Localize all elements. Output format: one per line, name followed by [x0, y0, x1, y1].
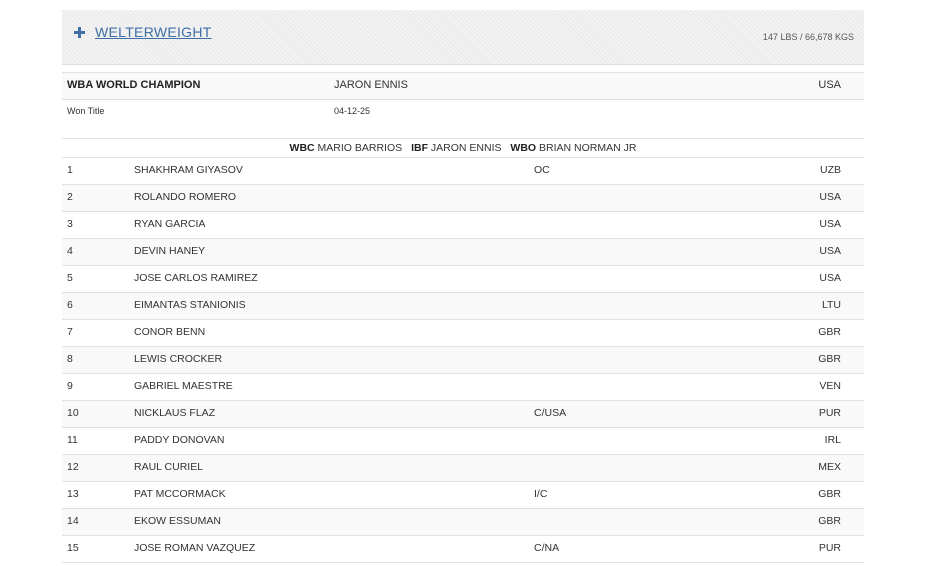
ranking-row[interactable]: 3 RYAN GARCIA USA: [62, 212, 864, 239]
ranking-status: I/C: [534, 488, 548, 500]
divider: [62, 124, 864, 139]
fighter-country: IRL: [824, 434, 841, 446]
fighter-country: PUR: [818, 542, 841, 554]
org-label: WBO: [510, 142, 537, 154]
ranking-number: 2: [67, 191, 73, 203]
division-panel: WELTERWEIGHT 147 LBS / 66,678 KGS WBA WO…: [62, 10, 864, 563]
division-title: WELTERWEIGHT: [95, 24, 212, 40]
ranking-number: 11: [67, 434, 78, 446]
ranking-row[interactable]: 10 NICKLAUS FLAZ C/USA PUR: [62, 401, 864, 428]
fighter-name: ROLANDO ROMERO: [134, 191, 237, 203]
ranking-status: OC: [534, 164, 550, 176]
ranking-number: 6: [67, 299, 73, 311]
fighter-country: GBR: [818, 353, 841, 365]
ranking-row[interactable]: 13 PAT MCCORMACK I/C GBR: [62, 482, 864, 509]
ranking-number: 1: [67, 164, 73, 176]
ranking-row[interactable]: 6 EIMANTAS STANIONIS LTU: [62, 293, 864, 320]
ranking-number: 5: [67, 272, 73, 284]
ranking-number: 4: [67, 245, 73, 257]
fighter-name: RYAN GARCIA: [134, 218, 206, 230]
fighter-country: PUR: [818, 407, 841, 419]
fighter-country: USA: [819, 191, 841, 203]
ranking-row[interactable]: 8 LEWIS CROCKER GBR: [62, 347, 864, 374]
fighter-name: JOSE ROMAN VAZQUEZ: [134, 542, 256, 554]
org-champion-name: MARIO BARRIOS: [317, 142, 403, 154]
fighter-name: LEWIS CROCKER: [134, 353, 223, 365]
ranking-number: 12: [67, 461, 79, 473]
fighter-country: USA: [819, 218, 841, 230]
champion-country: USA: [818, 79, 841, 91]
fighter-name: EKOW ESSUMAN: [134, 515, 221, 527]
fighter-name: SHAKHRAM GIYASOV: [134, 164, 243, 176]
fighter-name: PADDY DONOVAN: [134, 434, 225, 446]
ranking-number: 10: [67, 407, 79, 419]
org-champion-name: JARON ENNIS: [430, 142, 502, 154]
ranking-number: 8: [67, 353, 73, 365]
rankings-list: 1 SHAKHRAM GIYASOV OC UZB 2 ROLANDO ROMERO USA…: [62, 158, 864, 563]
other-champions-row: WBC MARIO BARRIOS IBF JARON ENNIS WBO BR…: [62, 139, 864, 158]
fighter-country: UZB: [820, 164, 841, 176]
ranking-number: 9: [67, 380, 73, 392]
ranking-number: 14: [67, 515, 79, 527]
org-champion-name: BRIAN NORMAN JR: [539, 142, 637, 154]
won-title-row: Won Title 04-12-25: [62, 100, 864, 124]
org-label: IBF: [411, 142, 428, 154]
fighter-country: USA: [819, 245, 841, 257]
fighter-name: EIMANTAS STANIONIS: [134, 299, 246, 311]
champion-name: JARON ENNIS: [334, 79, 408, 91]
ranking-row[interactable]: 9 GABRIEL MAESTRE VEN: [62, 374, 864, 401]
fighter-country: VEN: [819, 380, 841, 392]
champion-row: WBA WORLD CHAMPION JARON ENNIS USA: [62, 72, 864, 100]
fighter-name: DEVIN HANEY: [134, 245, 206, 257]
ranking-status: C/USA: [534, 407, 567, 419]
won-title-date: 04-12-25: [334, 106, 371, 116]
fighter-country: LTU: [821, 299, 841, 311]
won-title-label: Won Title: [67, 106, 105, 116]
ranking-number: 7: [67, 326, 73, 338]
fighter-name: PAT MCCORMACK: [134, 488, 226, 500]
ranking-row[interactable]: 15 JOSE ROMAN VAZQUEZ C/NA PUR: [62, 536, 864, 563]
ranking-row[interactable]: 7 CONOR BENN GBR: [62, 320, 864, 347]
fighter-name: NICKLAUS FLAZ: [134, 407, 216, 419]
fighter-name: CONOR BENN: [134, 326, 206, 338]
ranking-number: 13: [67, 488, 79, 500]
ranking-row[interactable]: 2 ROLANDO ROMERO USA: [62, 185, 864, 212]
ranking-row[interactable]: 1 SHAKHRAM GIYASOV OC UZB: [62, 158, 864, 185]
ranking-number: 3: [67, 218, 73, 230]
ranking-row[interactable]: 5 JOSE CARLOS RAMIREZ USA: [62, 266, 864, 293]
division-weight: 147 LBS / 66,678 KGS: [762, 32, 854, 42]
fighter-country: USA: [819, 272, 841, 284]
fighter-country: GBR: [818, 515, 841, 527]
division-toggle-link[interactable]: WELTERWEIGHT: [74, 24, 212, 40]
fighter-name: GABRIEL MAESTRE: [134, 380, 233, 392]
ranking-status: C/NA: [534, 542, 560, 554]
fighter-name: JOSE CARLOS RAMIREZ: [134, 272, 258, 284]
ranking-number: 15: [67, 542, 79, 554]
ranking-row[interactable]: 12 RAUL CURIEL MEX: [62, 455, 864, 482]
org-label: WBC: [289, 142, 315, 154]
ranking-row[interactable]: 11 PADDY DONOVAN IRL: [62, 428, 864, 455]
ranking-row[interactable]: 4 DEVIN HANEY USA: [62, 239, 864, 266]
division-header: WELTERWEIGHT 147 LBS / 66,678 KGS: [62, 10, 864, 65]
fighter-country: MEX: [818, 461, 841, 473]
fighter-name: RAUL CURIEL: [134, 461, 204, 473]
fighter-country: GBR: [818, 326, 841, 338]
champion-label: WBA WORLD CHAMPION: [67, 79, 201, 91]
plus-icon: [74, 26, 85, 38]
ranking-row[interactable]: 14 EKOW ESSUMAN GBR: [62, 509, 864, 536]
fighter-country: GBR: [818, 488, 841, 500]
